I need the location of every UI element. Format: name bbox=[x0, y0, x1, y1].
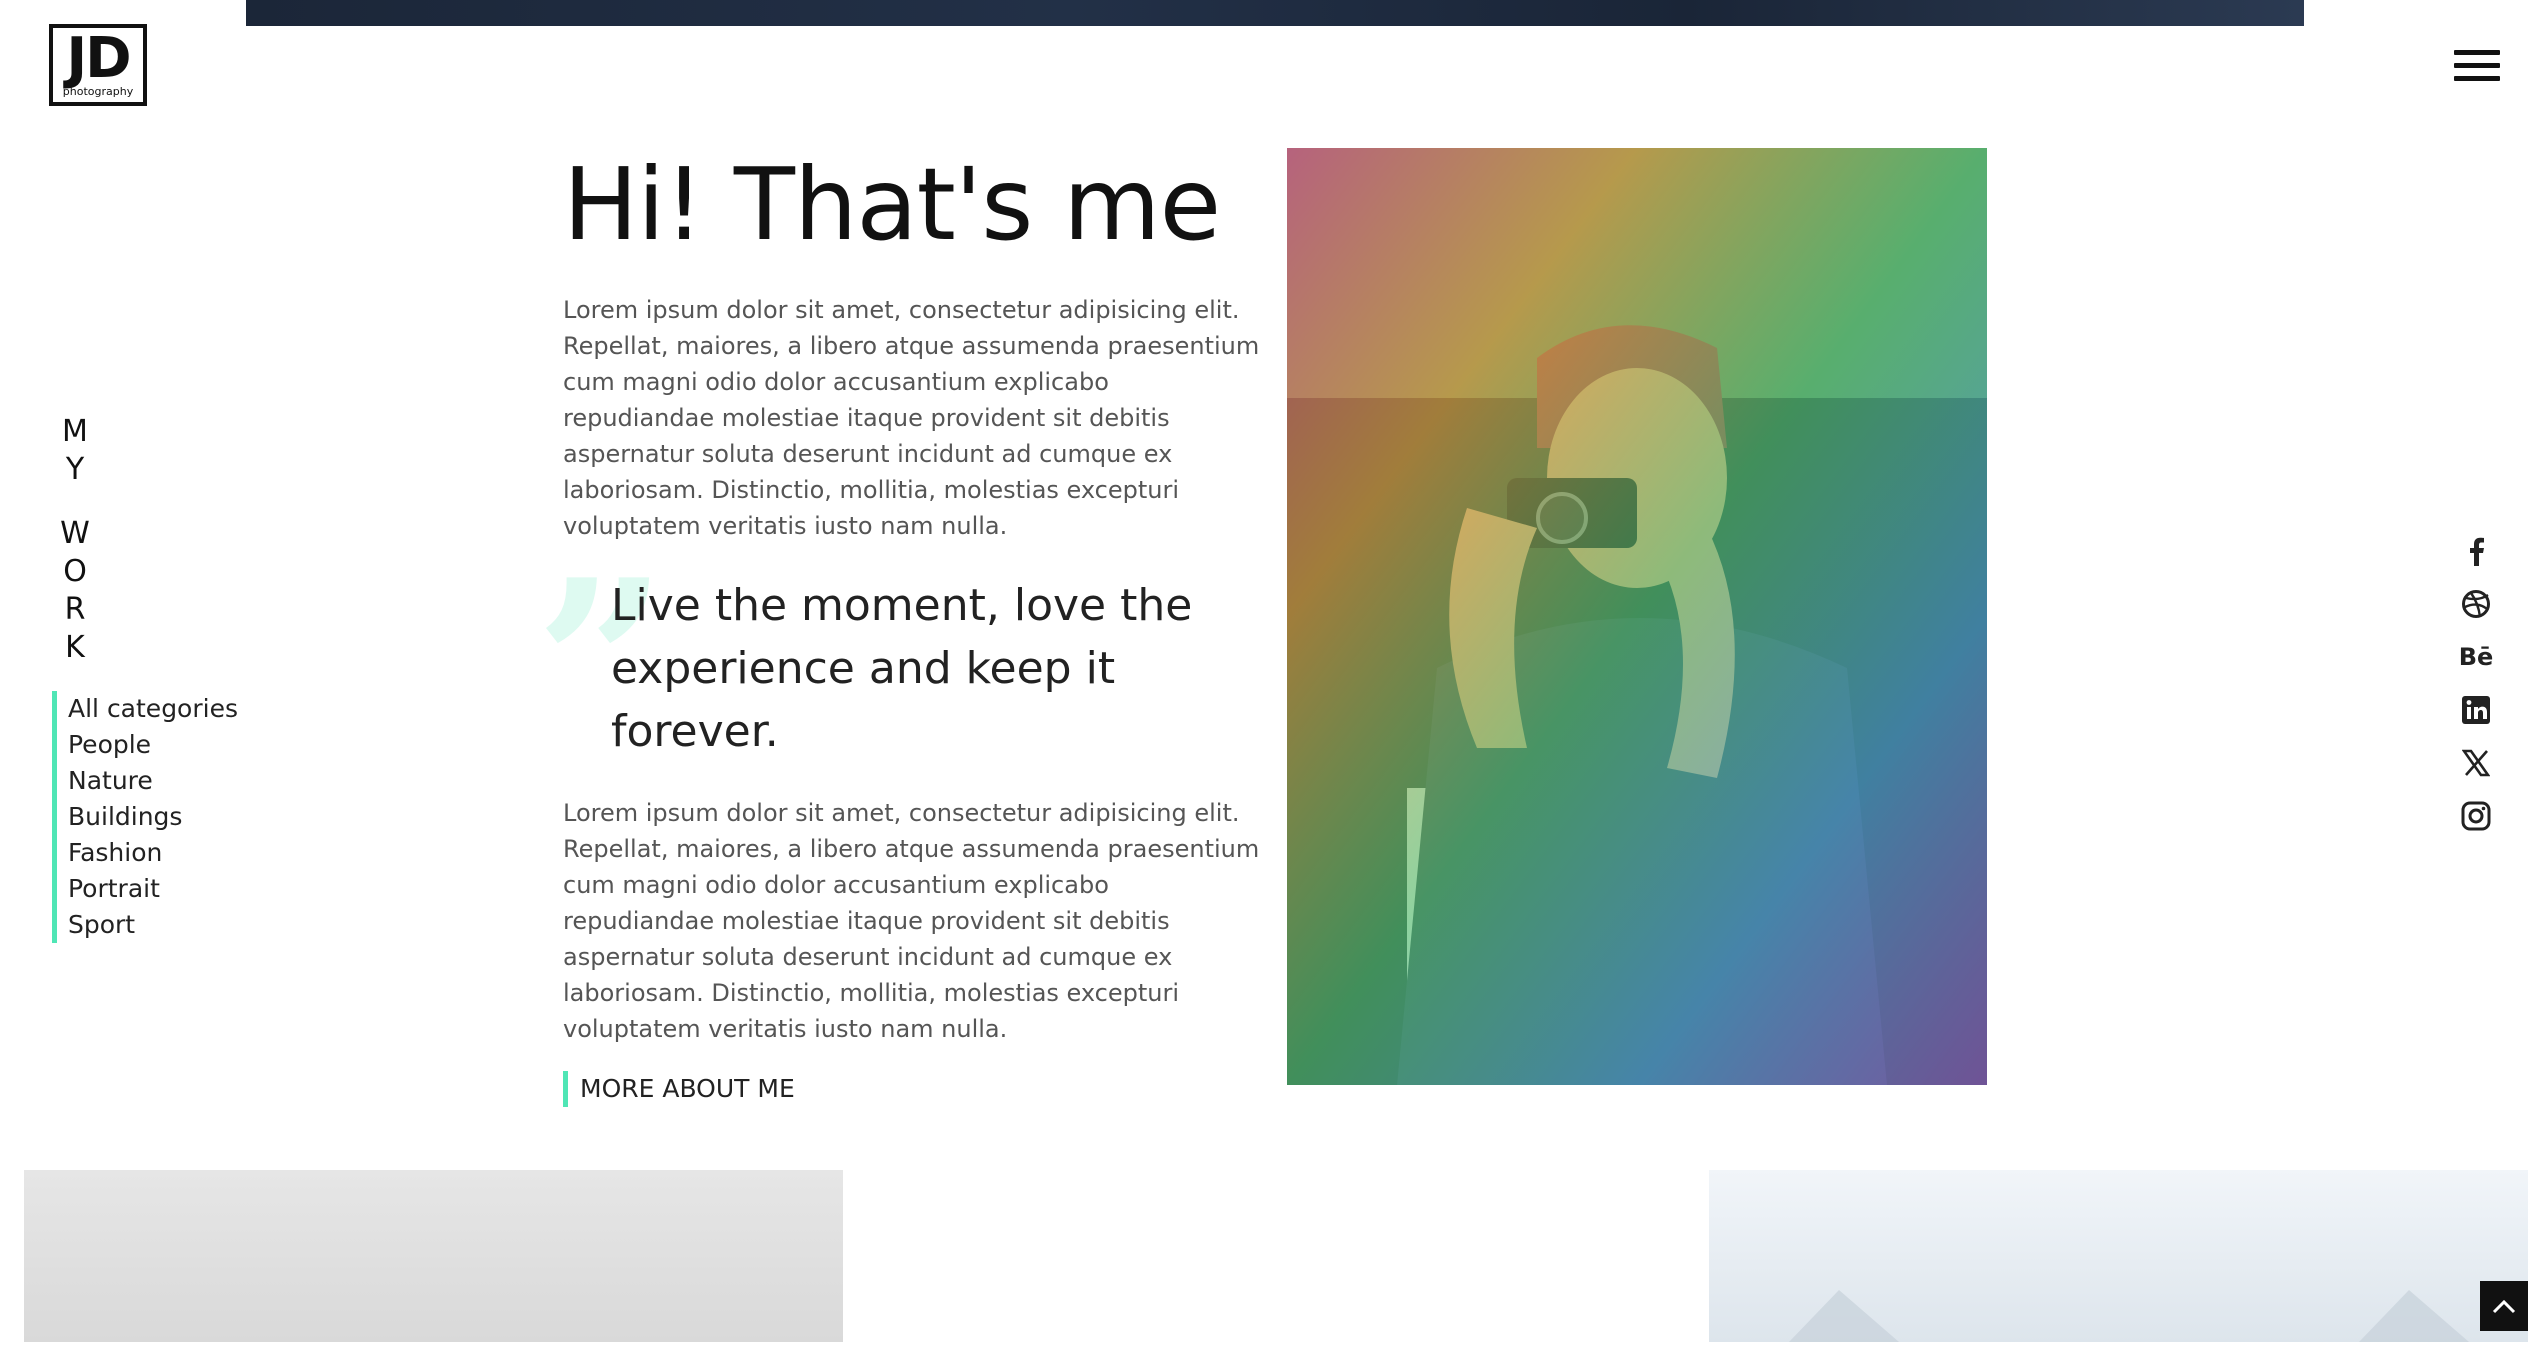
gallery-thumbnail-2[interactable] bbox=[1709, 1170, 2528, 1342]
category-list: All categories People Nature Buildings F… bbox=[52, 691, 238, 943]
more-about-me-link[interactable]: MORE ABOUT ME bbox=[563, 1071, 795, 1107]
chevron-up-icon bbox=[2492, 1299, 2516, 1314]
dribbble-icon[interactable] bbox=[2456, 577, 2496, 630]
hamburger-menu-icon[interactable] bbox=[2454, 48, 2504, 84]
title-letter: M bbox=[62, 414, 90, 449]
category-sport[interactable]: Sport bbox=[52, 907, 238, 943]
scroll-to-top-button[interactable] bbox=[2480, 1281, 2528, 1331]
category-fashion[interactable]: Fashion bbox=[52, 835, 238, 871]
linkedin-icon[interactable] bbox=[2456, 683, 2496, 736]
behance-text: Bē bbox=[2458, 642, 2494, 671]
x-icon[interactable] bbox=[2456, 736, 2496, 789]
title-letter: W bbox=[60, 516, 92, 551]
category-buildings[interactable]: Buildings bbox=[52, 799, 238, 835]
about-paragraph-1: Lorem ipsum dolor sit amet, consectetur … bbox=[563, 296, 1260, 540]
category-people[interactable]: People bbox=[52, 727, 238, 763]
social-links: Bē bbox=[2456, 524, 2496, 842]
gallery-thumbnail-1[interactable] bbox=[24, 1170, 843, 1342]
photo-illustration bbox=[1287, 148, 1987, 1085]
page-title: Hi! That's me bbox=[563, 146, 1221, 263]
facebook-icon[interactable] bbox=[2456, 524, 2496, 577]
portrait-photo bbox=[1287, 148, 1987, 1085]
title-letter: R bbox=[64, 592, 88, 627]
quote-text: Live the moment, love the experience and… bbox=[611, 580, 1193, 757]
logo-monogram: JD bbox=[66, 26, 131, 91]
title-letter: Y bbox=[65, 452, 87, 487]
my-work-title: M Y W O R K bbox=[56, 413, 96, 667]
top-banner-image bbox=[246, 0, 2304, 26]
title-letter: O bbox=[63, 554, 89, 589]
about-section: Hi! That's me Lorem ipsum dolor sit amet… bbox=[535, 146, 1263, 1107]
logo-tagline: photography bbox=[62, 85, 134, 98]
category-all[interactable]: All categories bbox=[52, 691, 238, 727]
logo[interactable]: JD photography bbox=[49, 24, 147, 106]
category-portrait[interactable]: Portrait bbox=[52, 871, 238, 907]
title-letter: K bbox=[65, 630, 87, 665]
about-paragraph-2: Lorem ipsum dolor sit amet, consectetur … bbox=[563, 799, 1260, 1043]
quote-block: ” Live the moment, love the experience a… bbox=[535, 550, 1263, 780]
instagram-icon[interactable] bbox=[2456, 789, 2496, 842]
behance-icon[interactable]: Bē bbox=[2456, 630, 2496, 683]
category-nature[interactable]: Nature bbox=[52, 763, 238, 799]
